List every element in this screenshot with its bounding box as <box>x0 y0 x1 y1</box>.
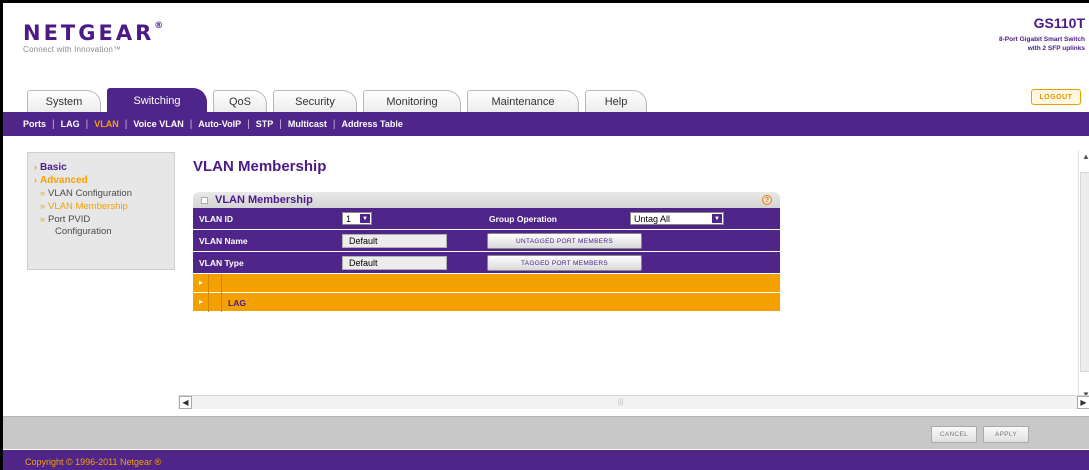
expand-arrow-icon[interactable]: ▸ <box>199 278 203 287</box>
subnav-separator: | <box>85 118 89 130</box>
main-tabs: System Switching QoS Security Monitoring… <box>27 88 653 112</box>
menu-vlan-membership[interactable]: » VLAN Membership <box>40 200 174 213</box>
tab-monitoring[interactable]: Monitoring <box>363 90 461 112</box>
horizontal-scrollbar[interactable]: ◀ ||| ▶ <box>178 395 1089 409</box>
vlan-type-field: Default <box>342 256 447 270</box>
model-name: GS110T <box>1033 15 1085 31</box>
vertical-scrollbar[interactable]: ▲ ▼ <box>1078 150 1089 403</box>
row-divider <box>208 274 209 293</box>
model-description: 8-Port Gigabit Smart Switch with 2 SFP u… <box>999 36 1085 52</box>
tagged-port-members-button[interactable]: TAGGED PORT MEMBERS <box>487 255 642 271</box>
subnav-separator: | <box>332 118 336 130</box>
model-info: GS110T 8-Port Gigabit Smart Switch with … <box>999 15 1085 53</box>
scroll-up-icon[interactable]: ▲ <box>1081 152 1089 161</box>
vlan-type-label: VLAN Type <box>199 258 244 268</box>
subnav-stp[interactable]: STP <box>256 119 274 129</box>
menu-vlan-configuration[interactable]: » VLAN Configuration <box>40 187 174 200</box>
subnav-auto-voip[interactable]: Auto-VoIP <box>198 119 241 129</box>
group-operation-select[interactable]: Untag All ▼ <box>630 212 724 225</box>
sub-navigation: Ports | LAG | VLAN | Voice VLAN | Auto-V… <box>3 112 1089 136</box>
brand-tagline: Connect with Innovation™ <box>23 45 122 54</box>
vlan-membership-panel: VLAN Membership ? VLAN ID 1 ▼ Group Oper… <box>193 192 780 312</box>
collapse-icon[interactable] <box>201 196 208 204</box>
menu-port-pvid-continued[interactable]: Configuration <box>40 226 174 238</box>
vlan-id-label: VLAN ID <box>199 214 233 224</box>
subnav-lag[interactable]: LAG <box>61 119 80 129</box>
netgear-logo: NETGEAR® Connect with Innovation™ <box>23 21 163 54</box>
tab-qos[interactable]: QoS <box>213 90 267 112</box>
copyright-bar: Copyright © 1996-2011 Netgear ® <box>3 450 1089 470</box>
row-divider <box>221 293 222 312</box>
chevron-down-icon: ▼ <box>360 214 370 223</box>
expand-arrow-icon[interactable]: ▸ <box>199 297 203 306</box>
subnav-separator: | <box>247 118 250 130</box>
ports-row[interactable]: ▸ <box>193 274 780 293</box>
subnav-separator: | <box>189 118 193 130</box>
tab-security[interactable]: Security <box>273 90 357 112</box>
vlan-name-field: Default <box>342 234 447 248</box>
vlan-id-select[interactable]: 1 ▼ <box>342 212 372 225</box>
untagged-port-members-button[interactable]: UNTAGGED PORT MEMBERS <box>487 233 642 249</box>
brand-name: NETGEAR® <box>23 21 164 45</box>
subnav-multicast[interactable]: Multicast <box>288 119 327 129</box>
logout-button[interactable]: LOGOUT <box>1031 89 1081 105</box>
subnav-voice-vlan[interactable]: Voice VLAN <box>133 119 183 129</box>
cancel-button[interactable]: CANCEL <box>931 426 977 443</box>
menu-port-pvid[interactable]: » Port PVID <box>40 213 174 226</box>
bullet-icon: › <box>34 162 37 172</box>
tab-help[interactable]: Help <box>585 90 647 112</box>
menu-basic[interactable]: › Basic <box>34 161 174 174</box>
vlan-id-row: VLAN ID 1 ▼ Group Operation Untag All ▼ <box>193 208 780 230</box>
panel-header: VLAN Membership ? <box>193 192 780 208</box>
vlan-type-row: VLAN Type Default TAGGED PORT MEMBERS <box>193 252 780 274</box>
subnav-address-table[interactable]: Address Table <box>341 119 402 129</box>
tab-switching[interactable]: Switching <box>107 88 207 112</box>
subnav-vlan[interactable]: VLAN <box>94 119 119 129</box>
subnav-separator: | <box>52 118 55 130</box>
bullet-icon: › <box>34 175 37 185</box>
action-bar: CANCEL APPLY <box>3 416 1089 449</box>
scroll-grip-icon[interactable]: ||| <box>618 399 623 406</box>
subnav-ports[interactable]: Ports <box>23 119 46 129</box>
group-operation-label: Group Operation <box>489 214 557 224</box>
panel-title: VLAN Membership <box>215 194 313 206</box>
row-divider <box>221 274 222 293</box>
vlan-name-label: VLAN Name <box>199 236 248 246</box>
bullet-icon: » <box>40 201 46 211</box>
vlan-name-row: VLAN Name Default UNTAGGED PORT MEMBERS <box>193 230 780 252</box>
subnav-separator: | <box>279 118 282 130</box>
tab-maintenance[interactable]: Maintenance <box>467 90 579 112</box>
menu-advanced[interactable]: › Advanced <box>34 174 174 187</box>
scroll-left-icon[interactable]: ◀ <box>179 396 192 409</box>
scroll-right-icon[interactable]: ▶ <box>1077 396 1089 409</box>
lag-row-label: LAG <box>228 298 246 308</box>
chevron-down-icon: ▼ <box>712 214 722 223</box>
row-divider <box>208 293 209 312</box>
tab-system[interactable]: System <box>27 90 101 112</box>
lag-row[interactable]: ▸ LAG <box>193 293 780 312</box>
help-icon[interactable]: ? <box>762 195 772 205</box>
page-title: VLAN Membership <box>193 158 327 175</box>
apply-button[interactable]: APPLY <box>983 426 1029 443</box>
scroll-thumb[interactable] <box>1080 172 1089 372</box>
bullet-icon: » <box>40 214 46 224</box>
subnav-separator: | <box>124 118 128 130</box>
bullet-icon: » <box>40 188 46 198</box>
app-frame: NETGEAR® Connect with Innovation™ GS110T… <box>0 0 1089 470</box>
left-menu: › Basic › Advanced » VLAN Configuration » VL… <box>27 152 175 270</box>
